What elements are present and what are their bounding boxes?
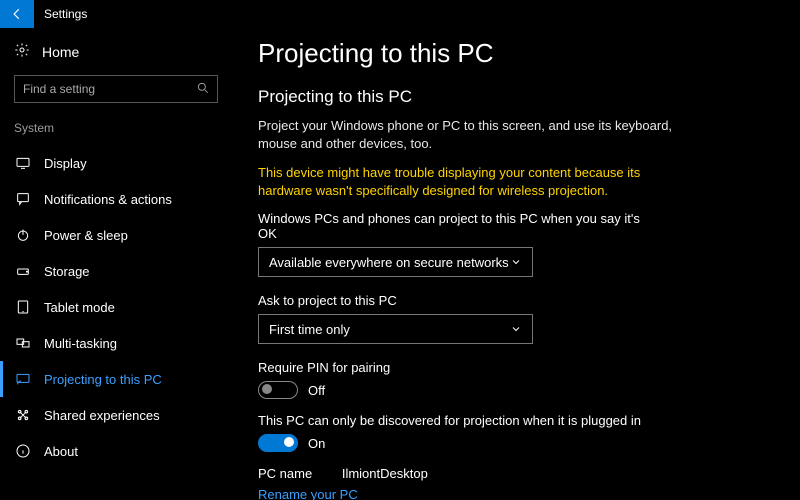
back-button[interactable] <box>0 0 34 28</box>
pin-label: Require PIN for pairing <box>258 360 658 375</box>
pin-value: Off <box>308 383 325 398</box>
page-title: Projecting to this PC <box>258 38 760 69</box>
sidebar-item-display[interactable]: Display <box>0 145 232 181</box>
search-icon <box>196 81 210 95</box>
pc-name-value: IlmiontDesktop <box>342 466 428 481</box>
shared-icon <box>14 406 32 424</box>
pc-name-row: PC name IlmiontDesktop <box>258 466 760 481</box>
sidebar-item-multitasking[interactable]: Multi-tasking <box>0 325 232 361</box>
sidebar-item-label: Notifications & actions <box>44 192 172 207</box>
ask-label: Ask to project to this PC <box>258 293 658 308</box>
intro-text: Project your Windows phone or PC to this… <box>258 117 678 152</box>
app-title: Settings <box>44 7 87 21</box>
titlebar: Settings <box>0 0 800 28</box>
sidebar-item-label: Storage <box>44 264 90 279</box>
plugged-toggle[interactable] <box>258 434 298 452</box>
ask-value: First time only <box>269 322 350 337</box>
category-label: System <box>0 121 232 145</box>
projecting-icon <box>14 370 32 388</box>
pc-name-label: PC name <box>258 466 312 481</box>
search <box>14 75 218 103</box>
tablet-icon <box>14 298 32 316</box>
content: Projecting to this PC Projecting to this… <box>232 28 800 500</box>
sidebar-item-tablet[interactable]: Tablet mode <box>0 289 232 325</box>
warning-text: This device might have trouble displayin… <box>258 164 678 199</box>
sidebar-item-label: Shared experiences <box>44 408 160 423</box>
ask-select[interactable]: First time only <box>258 314 533 344</box>
section-title: Projecting to this PC <box>258 87 760 107</box>
availability-label: Windows PCs and phones can project to th… <box>258 211 658 241</box>
sidebar-item-home[interactable]: Home <box>0 42 232 75</box>
plugged-value: On <box>308 436 325 451</box>
chevron-down-icon <box>510 256 522 268</box>
power-icon <box>14 226 32 244</box>
gear-icon <box>14 42 30 61</box>
plugged-label: This PC can only be discovered for proje… <box>258 413 658 428</box>
info-icon <box>14 442 32 460</box>
sidebar-item-projecting[interactable]: Projecting to this PC <box>0 361 232 397</box>
notifications-icon <box>14 190 32 208</box>
sidebar-item-label: About <box>44 444 78 459</box>
sidebar-item-label: Tablet mode <box>44 300 115 315</box>
chevron-down-icon <box>510 323 522 335</box>
sidebar-item-power[interactable]: Power & sleep <box>0 217 232 253</box>
pin-toggle[interactable] <box>258 381 298 399</box>
nav: Display Notifications & actions Power & … <box>0 145 232 469</box>
home-label: Home <box>42 44 79 60</box>
multitasking-icon <box>14 334 32 352</box>
storage-icon <box>14 262 32 280</box>
sidebar-item-about[interactable]: About <box>0 433 232 469</box>
sidebar-item-label: Projecting to this PC <box>44 372 162 387</box>
sidebar: Home System Display Notifications & acti… <box>0 28 232 500</box>
sidebar-item-shared[interactable]: Shared experiences <box>0 397 232 433</box>
sidebar-item-label: Display <box>44 156 87 171</box>
sidebar-item-label: Power & sleep <box>44 228 128 243</box>
display-icon <box>14 154 32 172</box>
availability-value: Available everywhere on secure networks <box>269 255 509 270</box>
sidebar-item-storage[interactable]: Storage <box>0 253 232 289</box>
search-input[interactable] <box>14 75 218 103</box>
rename-link[interactable]: Rename your PC <box>258 487 760 500</box>
sidebar-item-notifications[interactable]: Notifications & actions <box>0 181 232 217</box>
arrow-left-icon <box>10 7 24 21</box>
availability-select[interactable]: Available everywhere on secure networks <box>258 247 533 277</box>
sidebar-item-label: Multi-tasking <box>44 336 117 351</box>
